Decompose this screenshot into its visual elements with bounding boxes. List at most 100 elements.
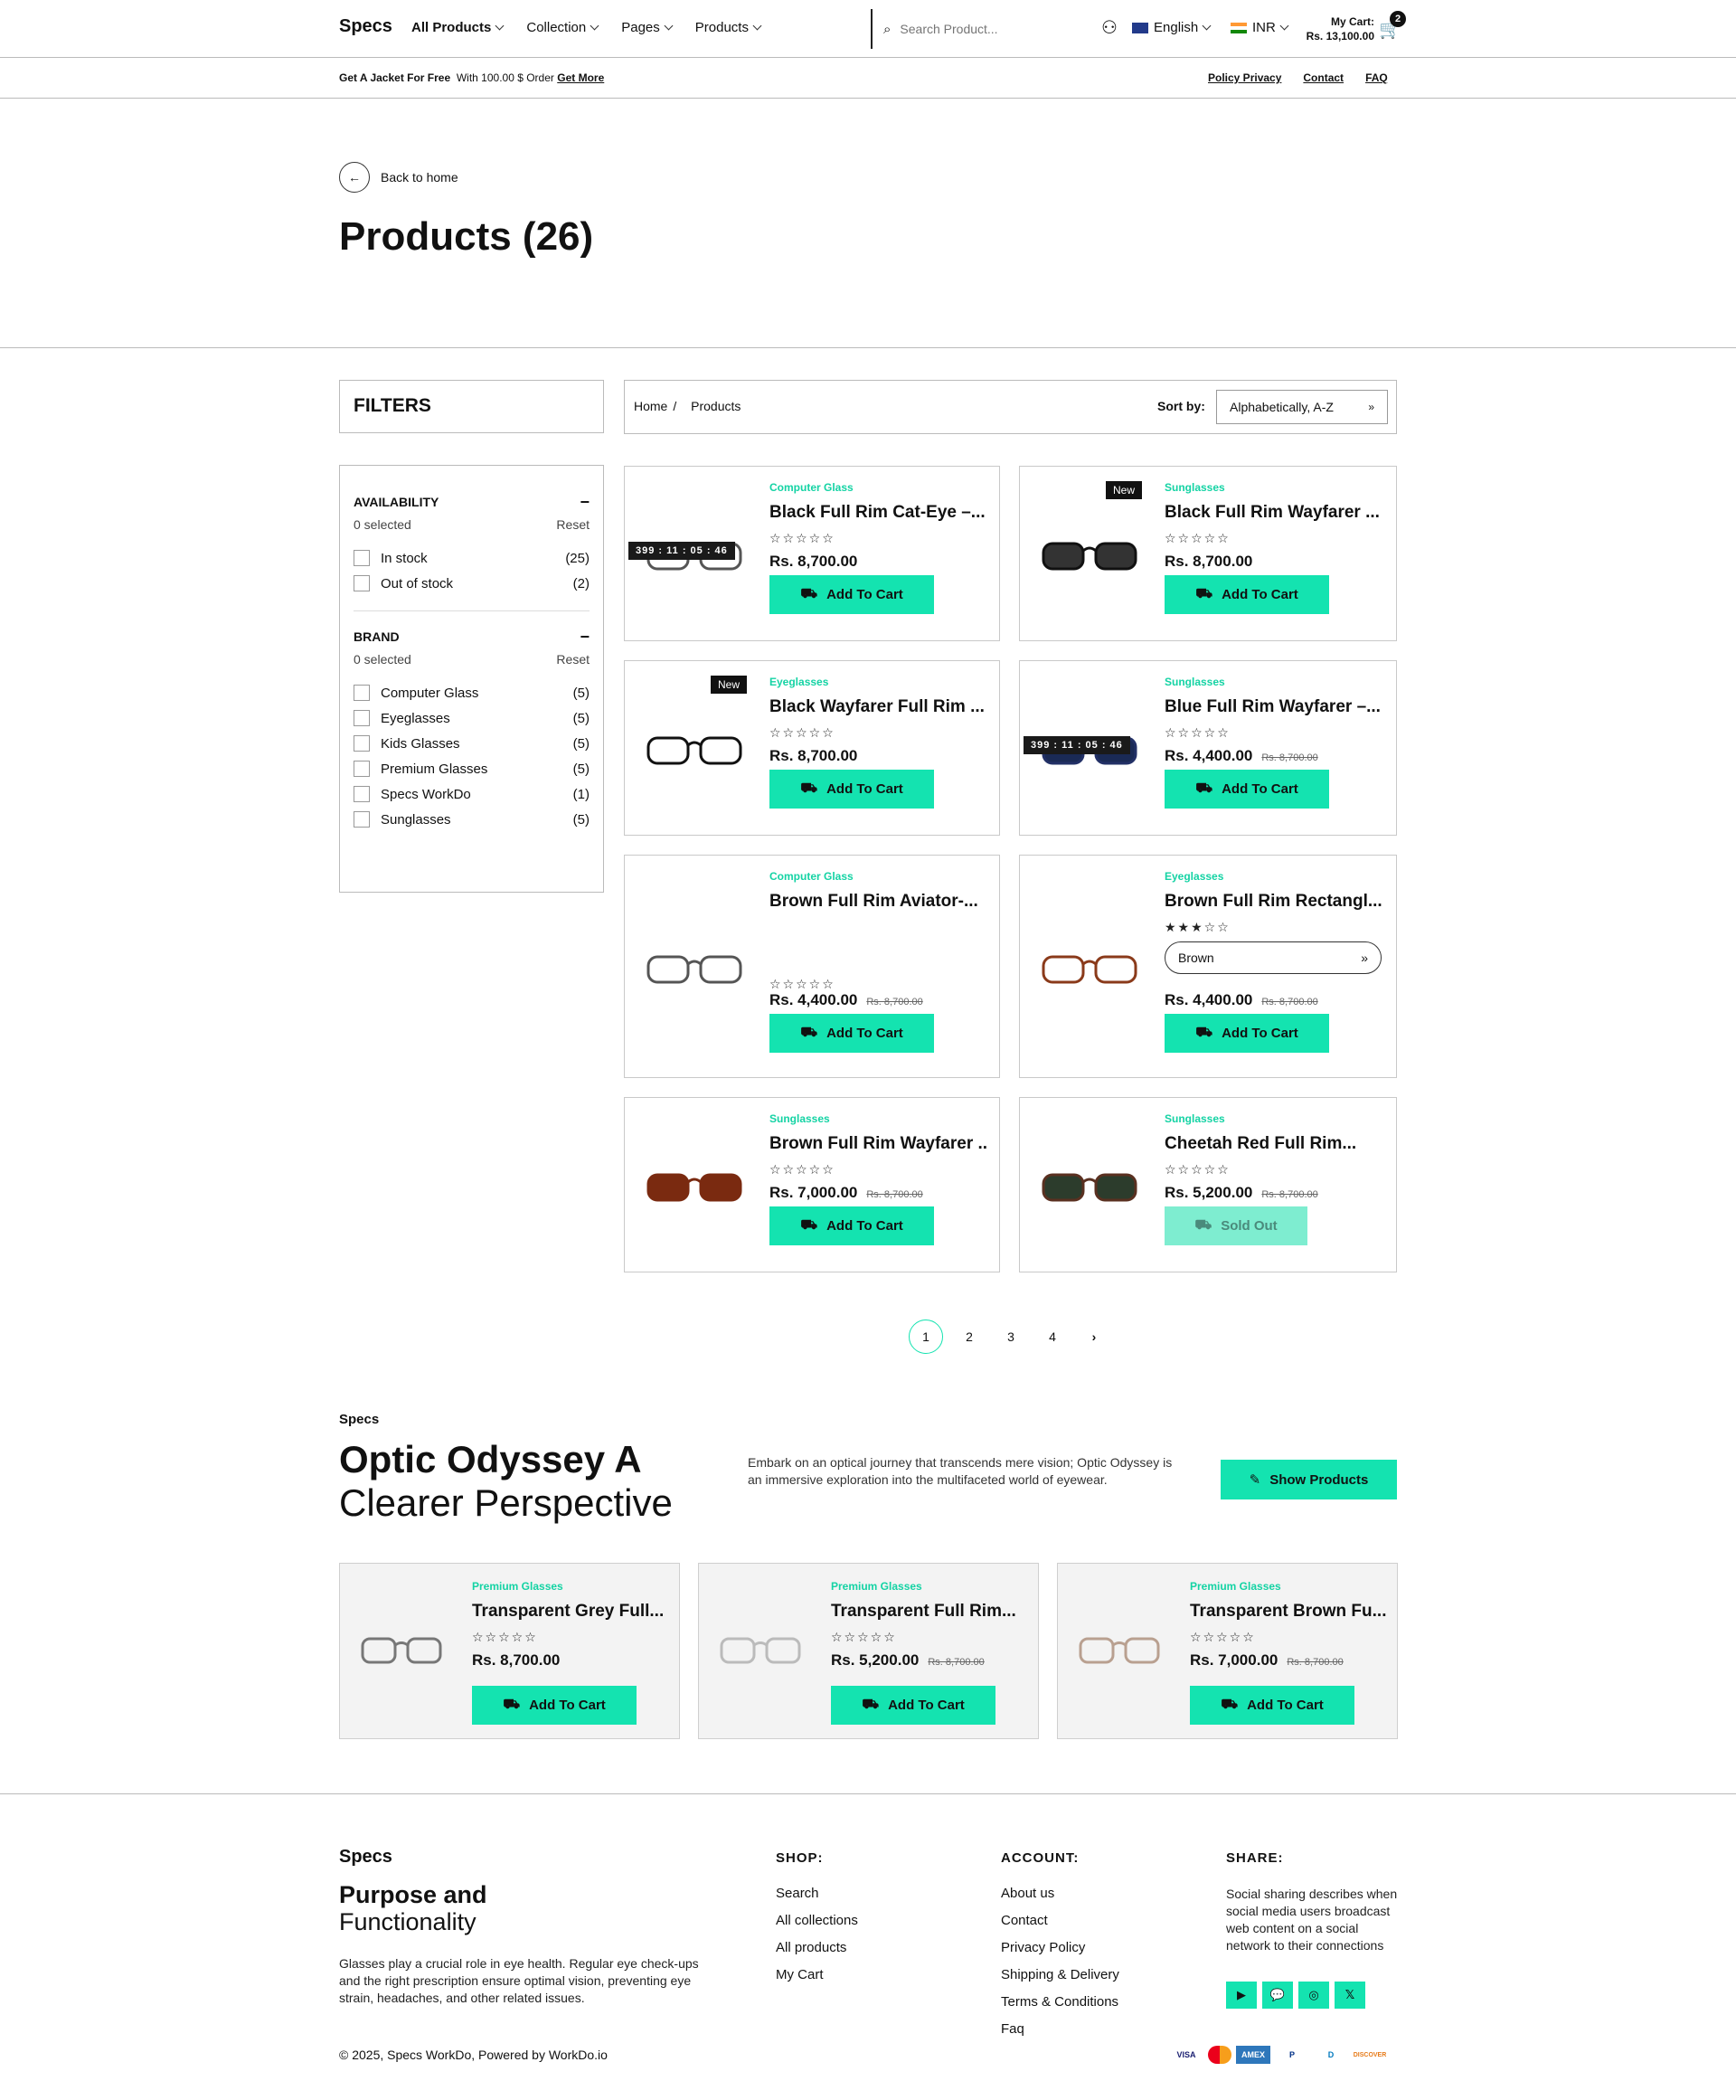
- footer-link-shipping[interactable]: Shipping & Delivery: [1001, 1967, 1119, 1982]
- get-more-link[interactable]: Get More: [557, 71, 604, 84]
- filter-kids-glasses[interactable]: Kids Glasses (5): [354, 731, 590, 756]
- product-image[interactable]: [1078, 1634, 1161, 1667]
- footer-link-all-collections[interactable]: All collections: [776, 1913, 858, 1928]
- add-to-cart-button[interactable]: ⛟ Add To Cart: [769, 770, 934, 809]
- product-image[interactable]: [645, 1169, 744, 1206]
- footer-link-privacy[interactable]: Privacy Policy: [1001, 1940, 1119, 1955]
- collapse-icon[interactable]: −: [580, 628, 590, 647]
- product-title[interactable]: Black Full Rim Wayfarer ...: [1165, 503, 1385, 523]
- sold-out-button[interactable]: ⛟ Sold Out: [1165, 1206, 1307, 1245]
- product-card[interactable]: New Eyeglasses Black Wayfarer Full Rim ...…: [624, 660, 1000, 836]
- page-2[interactable]: 2: [954, 1329, 985, 1344]
- product-category[interactable]: Eyeglasses: [1165, 870, 1223, 883]
- search-input[interactable]: [900, 22, 1027, 36]
- featured-product-card[interactable]: Premium Glasses Transparent Grey Full...…: [339, 1563, 680, 1739]
- product-title[interactable]: Transparent Full Rim...: [831, 1602, 1028, 1622]
- contact-link[interactable]: Contact: [1303, 71, 1344, 84]
- product-card[interactable]: New Sunglasses Black Full Rim Wayfarer ...…: [1019, 466, 1397, 641]
- product-image[interactable]: [360, 1634, 443, 1667]
- product-category[interactable]: Premium Glasses: [472, 1580, 563, 1593]
- add-to-cart-button[interactable]: ⛟ Add To Cart: [769, 575, 934, 614]
- page-3[interactable]: 3: [995, 1329, 1026, 1344]
- product-category[interactable]: Sunglasses: [1165, 481, 1225, 494]
- show-products-button[interactable]: ✎ Show Products: [1221, 1460, 1397, 1499]
- user-icon[interactable]: ⚇: [1101, 16, 1118, 39]
- checkbox[interactable]: [354, 685, 370, 701]
- product-image[interactable]: [719, 1634, 802, 1667]
- product-title[interactable]: Transparent Grey Full...: [472, 1602, 669, 1622]
- product-title[interactable]: Black Full Rim Cat-Eye –...: [769, 503, 988, 523]
- footer-link-all-products[interactable]: All products: [776, 1940, 858, 1955]
- collapse-icon[interactable]: −: [580, 493, 590, 512]
- product-image[interactable]: [1040, 1169, 1139, 1206]
- product-category[interactable]: Sunglasses: [1165, 1112, 1225, 1125]
- checkbox[interactable]: [354, 811, 370, 828]
- brand-reset[interactable]: Reset: [556, 652, 590, 667]
- product-card[interactable]: Computer Glass Brown Full Rim Aviator-...…: [624, 855, 1000, 1078]
- product-image[interactable]: [645, 951, 744, 988]
- product-card[interactable]: Sunglasses Cheetah Red Full Rim... ☆☆☆☆☆ Rs…: [1019, 1097, 1397, 1272]
- add-to-cart-button[interactable]: ⛟ Add To Cart: [1165, 1014, 1329, 1053]
- add-to-cart-button[interactable]: ⛟ Add To Cart: [769, 1206, 934, 1245]
- footer-link-contact[interactable]: Contact: [1001, 1913, 1119, 1928]
- filter-specs-workdo[interactable]: Specs WorkDo (1): [354, 781, 590, 807]
- add-to-cart-button[interactable]: ⛟ Add To Cart: [472, 1686, 637, 1725]
- footer-link-faq[interactable]: Faq: [1001, 2021, 1119, 2037]
- instagram-icon[interactable]: ◎: [1298, 1982, 1329, 2009]
- product-title[interactable]: Brown Full Rim Aviator-...: [769, 892, 988, 912]
- nav-products[interactable]: Products: [695, 20, 762, 35]
- product-category[interactable]: Sunglasses: [1165, 676, 1225, 688]
- availability-reset[interactable]: Reset: [556, 517, 590, 532]
- cart-summary[interactable]: My Cart: Rs. 13,100.00: [1302, 14, 1374, 43]
- product-title[interactable]: Transparent Brown Fu...: [1190, 1602, 1387, 1622]
- product-title[interactable]: Cheetah Red Full Rim...: [1165, 1134, 1385, 1154]
- filter-sunglasses[interactable]: Sunglasses (5): [354, 807, 590, 832]
- product-title[interactable]: Brown Full Rim Wayfarer ...: [769, 1134, 988, 1154]
- add-to-cart-button[interactable]: ⛟ Add To Cart: [1190, 1686, 1354, 1725]
- product-card[interactable]: 399 : 11 : 05 : 46 Computer Glass Black Fu…: [624, 466, 1000, 641]
- nav-collection[interactable]: Collection: [526, 20, 599, 35]
- product-image[interactable]: [1040, 538, 1139, 574]
- add-to-cart-button[interactable]: ⛟ Add To Cart: [1165, 770, 1329, 809]
- variant-select[interactable]: Brown»: [1165, 941, 1382, 974]
- filter-premium-glasses[interactable]: Premium Glasses (5): [354, 756, 590, 781]
- checkbox[interactable]: [354, 575, 370, 591]
- checkbox[interactable]: [354, 761, 370, 777]
- footer-link-my-cart[interactable]: My Cart: [776, 1967, 858, 1982]
- product-image[interactable]: [645, 733, 744, 769]
- back-to-home[interactable]: ← Back to home: [339, 162, 458, 193]
- filter-computer-glass[interactable]: Computer Glass (5): [354, 680, 590, 705]
- product-card[interactable]: Eyeglasses Brown Full Rim Rectangl... ★★★☆…: [1019, 855, 1397, 1078]
- filter-eyeglasses[interactable]: Eyeglasses (5): [354, 705, 590, 731]
- add-to-cart-button[interactable]: ⛟ Add To Cart: [769, 1014, 934, 1053]
- page-4[interactable]: 4: [1037, 1329, 1068, 1344]
- product-image[interactable]: [1040, 951, 1139, 988]
- product-card[interactable]: Sunglasses Brown Full Rim Wayfarer ... ☆☆☆…: [624, 1097, 1000, 1272]
- search-bar[interactable]: ⌕: [871, 9, 1043, 49]
- nav-all-products[interactable]: All Products: [411, 20, 505, 35]
- featured-product-card[interactable]: Premium Glasses Transparent Brown Fu... …: [1057, 1563, 1398, 1739]
- checkbox[interactable]: [354, 550, 370, 566]
- product-title[interactable]: Blue Full Rim Wayfarer –...: [1165, 697, 1385, 717]
- product-title[interactable]: Black Wayfarer Full Rim ...: [769, 697, 988, 717]
- faq-link[interactable]: FAQ: [1365, 71, 1388, 84]
- language-select[interactable]: English: [1132, 20, 1212, 35]
- breadcrumb-home[interactable]: Home: [634, 399, 667, 413]
- filter-out-of-stock[interactable]: Out of stock (2): [354, 571, 590, 596]
- filter-in-stock[interactable]: In stock (25): [354, 545, 590, 571]
- page-1[interactable]: 1: [909, 1320, 943, 1354]
- brand-logo[interactable]: Specs: [339, 16, 392, 37]
- add-to-cart-button[interactable]: ⛟ Add To Cart: [1165, 575, 1329, 614]
- product-card[interactable]: 399 : 11 : 05 : 46 Sunglasses Blue Full Ri…: [1019, 660, 1397, 836]
- footer-link-terms[interactable]: Terms & Conditions: [1001, 1994, 1119, 2010]
- product-category[interactable]: Computer Glass: [769, 870, 854, 883]
- chevron-right-icon[interactable]: ›: [1079, 1329, 1109, 1344]
- checkbox[interactable]: [354, 735, 370, 752]
- product-category[interactable]: Premium Glasses: [1190, 1580, 1281, 1593]
- product-category[interactable]: Sunglasses: [769, 1112, 830, 1125]
- currency-select[interactable]: INR: [1231, 20, 1289, 35]
- featured-product-card[interactable]: Premium Glasses Transparent Full Rim... …: [698, 1563, 1039, 1739]
- footer-link-search[interactable]: Search: [776, 1886, 858, 1901]
- product-title[interactable]: Brown Full Rim Rectangl...: [1165, 892, 1385, 912]
- footer-link-about[interactable]: About us: [1001, 1886, 1119, 1901]
